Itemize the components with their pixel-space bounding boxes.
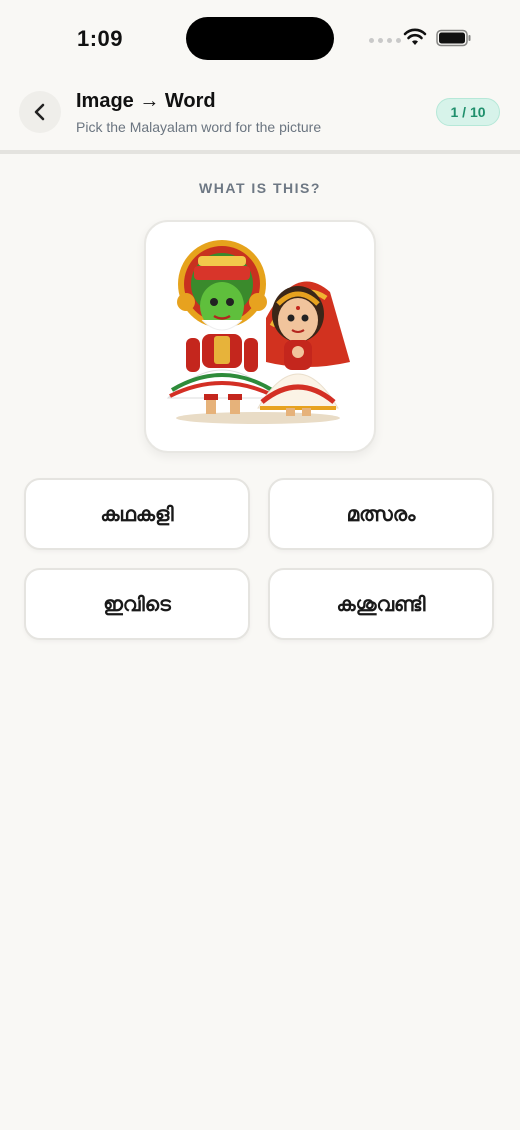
option-button[interactable]: ഇവിടെ: [24, 568, 250, 640]
back-button[interactable]: [19, 91, 61, 133]
signal-dots-icon: [369, 38, 401, 43]
option-button[interactable]: കഥകളി: [24, 478, 250, 550]
chevron-left-icon: [34, 103, 45, 121]
page-subtitle: Pick the Malayalam word for the picture: [76, 119, 322, 135]
question-prompt: WHAT IS THIS?: [199, 180, 321, 196]
status-bar: 1:09: [0, 0, 520, 78]
header: Image → Word Pick the Malayalam word for…: [0, 78, 520, 150]
progress-badge: 1 / 10: [436, 98, 500, 126]
option-button[interactable]: കശുവണ്ടി: [268, 568, 494, 640]
wifi-icon: [403, 28, 427, 45]
page-title: Image → Word: [76, 90, 216, 112]
kathakali-illustration: [166, 240, 350, 424]
battery-icon: [436, 29, 471, 47]
question-image-card: [144, 220, 376, 453]
option-button[interactable]: മത്സരം: [268, 478, 494, 550]
status-time: 1:09: [77, 26, 124, 51]
header-divider: [0, 150, 520, 154]
dynamic-island: [186, 17, 334, 60]
